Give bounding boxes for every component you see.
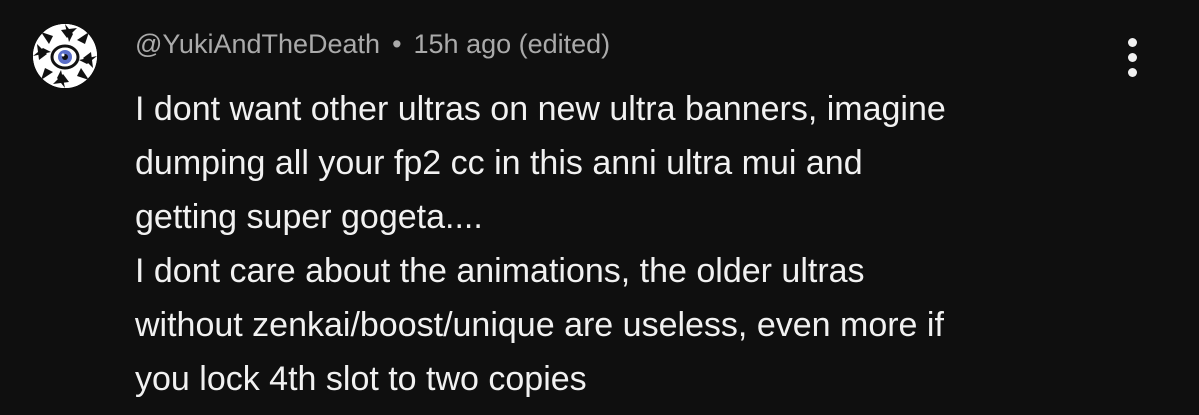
separator-dot: •: [392, 29, 402, 59]
comment-header: @YukiAndTheDeath • 15h ago (edited): [135, 26, 610, 62]
comment-menu-button[interactable]: [1113, 32, 1153, 84]
comment-thread-item: @YukiAndTheDeath • 15h ago (edited) I dont…: [0, 0, 1199, 415]
avatar[interactable]: [33, 24, 97, 88]
comment-text-line: I dont care about the animations, the ol…: [135, 252, 865, 290]
timestamp[interactable]: 15h ago (edited): [414, 29, 611, 59]
avatar-image: [33, 24, 97, 88]
comment-text-line: dumping all your fp2 cc in this anni ult…: [135, 144, 863, 182]
comment-text-line: without zenkai/boost/unique are useless,…: [135, 306, 944, 344]
author-name[interactable]: @YukiAndTheDeath: [135, 29, 380, 59]
comment-text-line: getting super gogeta....: [135, 198, 483, 236]
comment-text-line: you lock 4th slot to two copies: [135, 360, 587, 398]
comment-text: I dont want other ultras on new ultra ba…: [135, 82, 1135, 406]
comment-text-line: I dont want other ultras on new ultra ba…: [135, 90, 946, 128]
